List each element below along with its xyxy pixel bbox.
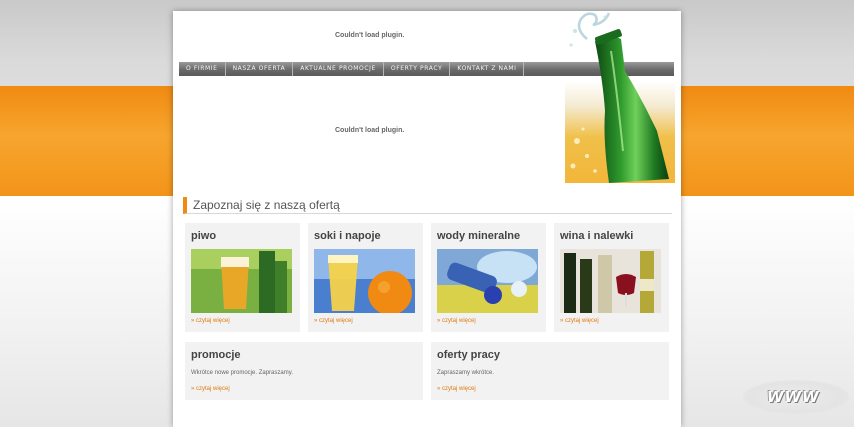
read-more-link[interactable]: » czytaj więcej	[560, 318, 599, 324]
product-title: piwo	[191, 230, 217, 242]
read-more-link[interactable]: » czytaj więcej	[314, 318, 353, 324]
product-card-wody: wody mineralne » czytaj więcej	[431, 223, 546, 332]
product-card-soki: soki i napoje » czytaj więcej	[308, 223, 423, 332]
read-more-link[interactable]: » czytaj więcej	[437, 318, 476, 324]
beer-glass-image[interactable]	[191, 249, 292, 313]
plugin-error-main: Couldn't load plugin.	[335, 127, 405, 134]
product-title: soki i napoje	[314, 230, 381, 242]
offer-section-heading: Zapoznaj się z naszą ofertą	[183, 197, 672, 214]
promotions-box: promocje Wkrótce nowe promocje. Zaprasza…	[185, 342, 423, 400]
nav-item-aktualne-promocje[interactable]: AKTUALNE PROMOCJE	[293, 62, 384, 76]
product-card-piwo: piwo » czytaj więcej	[185, 223, 300, 332]
bottle-splash-image	[565, 12, 675, 183]
promotions-title: promocje	[191, 349, 241, 361]
nav-item-oferty-pracy[interactable]: OFERTY PRACY	[384, 62, 451, 76]
nav-item-nasza-oferta[interactable]: NASZA OFERTA	[226, 62, 294, 76]
jobs-text: Zapraszamy wkrótce.	[437, 370, 495, 376]
juice-orange-image[interactable]	[314, 249, 415, 313]
page-container: Couldn't load plugin. O FIRMIE NASZA OFE…	[173, 11, 681, 427]
read-more-link[interactable]: » czytaj więcej	[191, 318, 230, 324]
promotions-read-more-link[interactable]: » czytaj więcej	[191, 386, 230, 392]
jobs-title: oferty pracy	[437, 349, 500, 361]
product-title: wody mineralne	[437, 230, 521, 242]
offer-section-title: Zapoznaj się z naszą ofertą	[193, 198, 340, 212]
product-card-wina: wina i nalewki » czytaj więcej	[554, 223, 669, 332]
nav-item-kontakt[interactable]: KONTAKT Z NAMI	[450, 62, 525, 76]
water-bottles-image[interactable]	[437, 249, 538, 313]
plugin-error-top: Couldn't load plugin.	[335, 32, 405, 39]
nav-item-o-firmie[interactable]: O FIRMIE	[179, 62, 226, 76]
www-logo[interactable]: WWW	[743, 380, 849, 414]
product-title: wina i nalewki	[560, 230, 634, 242]
wine-bottles-image[interactable]	[560, 249, 661, 313]
jobs-read-more-link[interactable]: » czytaj więcej	[437, 386, 476, 392]
promotions-text: Wkrótce nowe promocje. Zapraszamy.	[191, 370, 293, 376]
www-logo-label: WWW	[767, 388, 820, 406]
jobs-box: oferty pracy Zapraszamy wkrótce. » czyta…	[431, 342, 669, 400]
